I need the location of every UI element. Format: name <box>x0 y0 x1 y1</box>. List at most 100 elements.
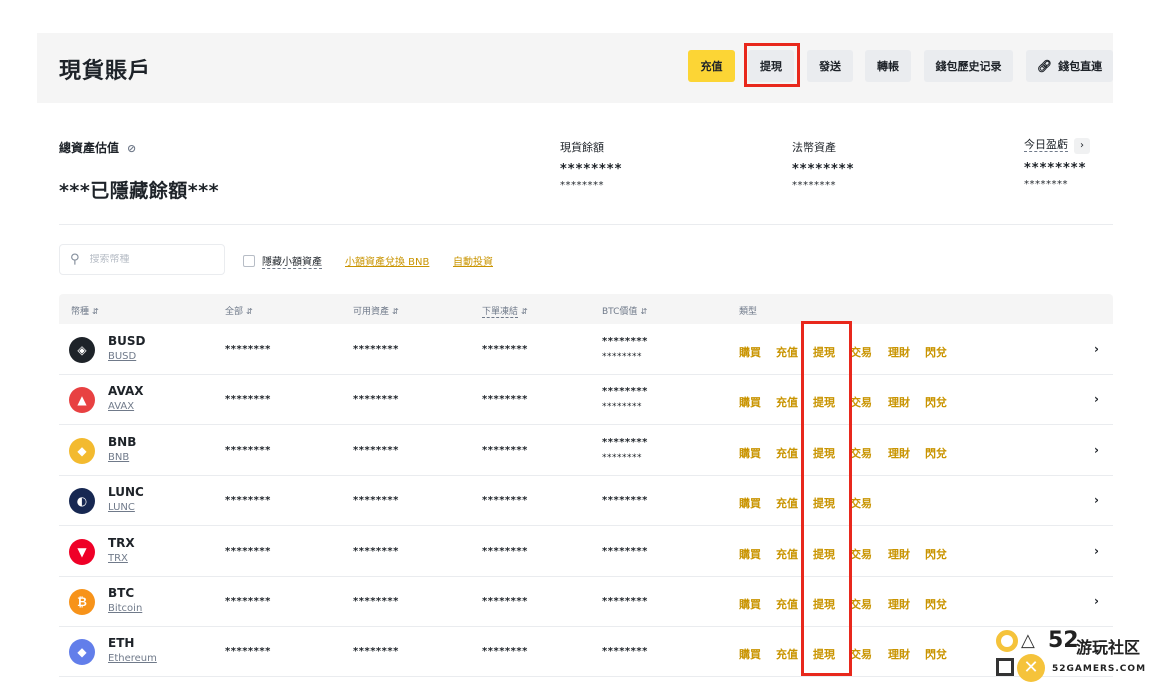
page-header: 現貨賬戶 充值 提現 發送 轉帳 錢包歷史记录 🔗︎ 錢包直連 <box>37 33 1113 103</box>
action-buy-link[interactable]: 購買 <box>739 394 761 410</box>
action-deposit-link[interactable]: 充值 <box>776 394 798 410</box>
auto-invest-link[interactable]: 自動投資 <box>453 253 493 268</box>
coin-name-link[interactable]: TRX <box>108 553 128 564</box>
fiat-assets-value: ******** <box>792 162 855 177</box>
action-trade-link[interactable]: 交易 <box>850 495 872 511</box>
deposit-button[interactable]: 充值 <box>688 50 735 82</box>
pnl-sub: ******** <box>1024 179 1068 190</box>
coin-name-link[interactable]: LUNC <box>108 502 135 513</box>
search-icon: ⚲ <box>70 252 80 267</box>
table-row[interactable]: ◈ BUSD BUSD ******** ******** ******** *******… <box>59 325 1113 375</box>
chevron-right-icon[interactable]: › <box>1094 493 1099 507</box>
hide-small-checkbox[interactable] <box>243 255 255 267</box>
action-trade-link[interactable]: 交易 <box>850 646 872 662</box>
sort-icon: ⇵ <box>640 307 648 316</box>
chevron-right-icon[interactable]: › <box>1094 443 1099 457</box>
withdraw-button[interactable]: 提現 <box>748 50 794 82</box>
eye-off-icon[interactable]: ⊘ <box>127 142 136 155</box>
table-row[interactable]: ◐ LUNC LUNC ******** ******** ******** *******… <box>59 476 1113 527</box>
coin-symbol: BNB <box>108 434 137 449</box>
wallet-direct-button[interactable]: 🔗︎ 錢包直連 <box>1026 50 1113 82</box>
action-convert-link[interactable]: 閃兌 <box>925 394 947 410</box>
action-withdraw-link[interactable]: 提現 <box>813 495 835 511</box>
wallet-direct-label: 錢包直連 <box>1058 60 1103 73</box>
coin-name-link[interactable]: Bitcoin <box>108 603 142 614</box>
action-buy-link[interactable]: 購買 <box>739 495 761 511</box>
pnl-value: ******** <box>1024 161 1087 176</box>
action-convert-link[interactable]: 閃兌 <box>925 445 947 461</box>
chevron-right-icon[interactable]: › <box>1094 392 1099 406</box>
action-earn-link[interactable]: 理財 <box>888 344 910 360</box>
action-trade-link[interactable]: 交易 <box>850 394 872 410</box>
action-deposit-link[interactable]: 充值 <box>776 495 798 511</box>
transfer-button[interactable]: 轉帳 <box>865 50 911 82</box>
action-deposit-link[interactable]: 充值 <box>776 596 798 612</box>
chevron-right-icon[interactable]: › <box>1094 594 1099 608</box>
chevron-right-icon[interactable]: › <box>1094 544 1099 558</box>
table-row[interactable]: ◆ ETH Ethereum ******** ******** ******** ****… <box>59 627 1113 678</box>
pnl-label[interactable]: 今日盈虧 › <box>1024 136 1090 154</box>
btc-value-sub: ******** <box>602 452 642 463</box>
action-deposit-link[interactable]: 充值 <box>776 646 798 662</box>
in-order-cell: ******** <box>482 495 528 507</box>
action-buy-link[interactable]: 購買 <box>739 344 761 360</box>
action-earn-link[interactable]: 理財 <box>888 546 910 562</box>
action-convert-link[interactable]: 閃兌 <box>925 546 947 562</box>
action-convert-link[interactable]: 閃兌 <box>925 646 947 662</box>
action-earn-link[interactable]: 理財 <box>888 596 910 612</box>
action-earn-link[interactable]: 理財 <box>888 445 910 461</box>
coin-name-link[interactable]: Ethereum <box>108 653 157 664</box>
send-button[interactable]: 發送 <box>807 50 853 82</box>
search-input[interactable] <box>89 254 200 265</box>
action-deposit-link[interactable]: 充值 <box>776 344 798 360</box>
divider <box>59 224 1113 225</box>
hide-small-assets-toggle[interactable]: 隱藏小額資產 <box>243 253 322 269</box>
in-order-cell: ******** <box>482 596 528 607</box>
action-earn-link[interactable]: 理財 <box>888 646 910 662</box>
action-trade-link[interactable]: 交易 <box>850 344 872 360</box>
coin-symbol: TRX <box>108 535 135 550</box>
action-deposit-link[interactable]: 充值 <box>776 546 798 562</box>
wallet-history-button[interactable]: 錢包歷史记录 <box>924 50 1013 82</box>
table-row[interactable]: ◆ BNB BNB ******** ******** ******** ******** *… <box>59 426 1113 476</box>
th-in-order[interactable]: 下單凍結 ⇵ <box>482 304 528 318</box>
chevron-right-icon[interactable]: › <box>1074 138 1090 154</box>
action-buy-link[interactable]: 購買 <box>739 445 761 461</box>
action-buy-link[interactable]: 購買 <box>739 646 761 662</box>
table-row[interactable]: ▲ AVAX AVAX ******** ******** ******** *******… <box>59 375 1113 426</box>
action-convert-link[interactable]: 閃兌 <box>925 344 947 360</box>
action-convert-link[interactable]: 閃兌 <box>925 596 947 612</box>
action-withdraw-link[interactable]: 提現 <box>813 646 835 662</box>
action-earn-link[interactable]: 理財 <box>888 394 910 410</box>
convert-small-link[interactable]: 小額資產兌換 BNB <box>345 253 429 268</box>
table-row[interactable]: ▼ TRX TRX ******** ******** ******** ******** 購… <box>59 527 1113 577</box>
spot-balance-label: 現貨餘額 <box>560 141 604 154</box>
chevron-right-icon[interactable]: › <box>1094 342 1099 356</box>
action-trade-link[interactable]: 交易 <box>850 546 872 562</box>
search-box[interactable]: ⚲ <box>59 244 225 275</box>
action-withdraw-link[interactable]: 提現 <box>813 394 835 410</box>
watermark-cn: 游玩社区 <box>1076 638 1141 657</box>
fiat-assets-label: 法幣資產 <box>792 141 836 154</box>
action-buy-link[interactable]: 購買 <box>739 546 761 562</box>
coin-name-link[interactable]: AVAX <box>108 401 134 412</box>
table-row[interactable]: ₿ BTC Bitcoin ******** ******** ******** *****… <box>59 577 1113 627</box>
th-btc-value[interactable]: BTC價值 ⇵ <box>602 304 647 317</box>
action-withdraw-link[interactable]: 提現 <box>813 445 835 461</box>
coin-name-link[interactable]: BNB <box>108 452 129 463</box>
coin-name-link[interactable]: BUSD <box>108 351 136 362</box>
spot-balance-block: 現貨餘額 ******** ******** <box>560 139 622 191</box>
th-total[interactable]: 全部 ⇵ <box>225 304 253 317</box>
th-coin[interactable]: 幣種 ⇵ <box>71 304 99 317</box>
available-cell: ******** <box>353 394 399 406</box>
action-withdraw-link[interactable]: 提現 <box>813 546 835 562</box>
action-trade-link[interactable]: 交易 <box>850 596 872 612</box>
coin-symbol: AVAX <box>108 384 144 399</box>
action-trade-link[interactable]: 交易 <box>850 445 872 461</box>
in-order-cell: ******** <box>482 394 528 406</box>
action-withdraw-link[interactable]: 提現 <box>813 596 835 612</box>
action-deposit-link[interactable]: 充值 <box>776 445 798 461</box>
action-withdraw-link[interactable]: 提現 <box>813 344 835 360</box>
th-available[interactable]: 可用資產 ⇵ <box>353 304 399 317</box>
action-buy-link[interactable]: 購買 <box>739 596 761 612</box>
